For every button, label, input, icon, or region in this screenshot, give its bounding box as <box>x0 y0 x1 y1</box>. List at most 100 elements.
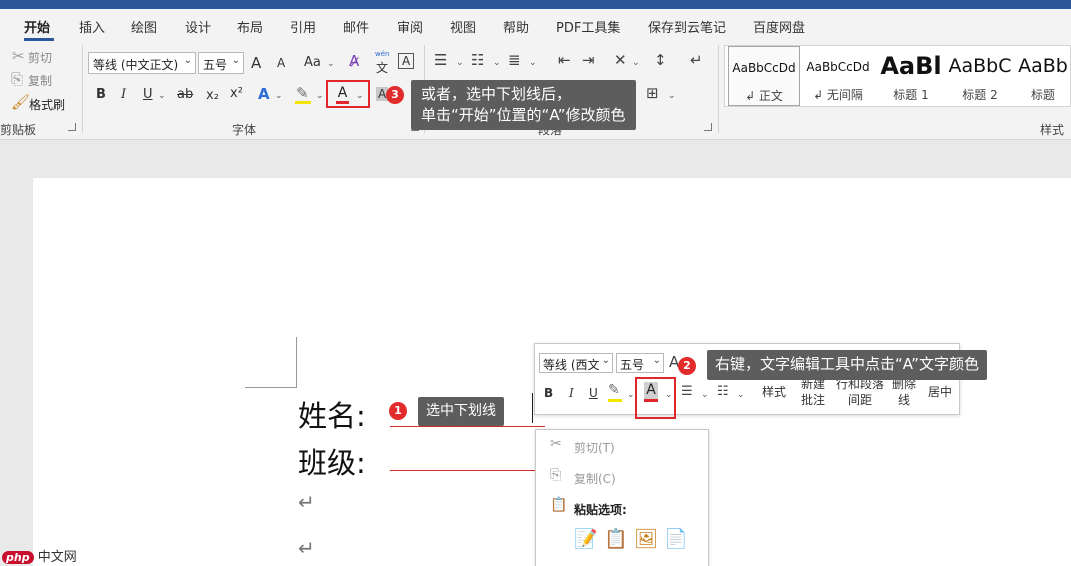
chevron-down-icon: ⌄ <box>456 58 464 68</box>
font-color-button[interactable]: A <box>336 85 349 104</box>
cut-button[interactable]: 剪切 <box>28 49 52 66</box>
style-sample: AaBl <box>880 52 942 80</box>
borders-icon[interactable]: ⊞ <box>646 84 659 102</box>
tab-help[interactable]: 帮助 <box>503 17 529 36</box>
multilevel-list-icon[interactable]: ≣ <box>508 51 521 69</box>
tab-draw[interactable]: 绘图 <box>131 17 157 36</box>
tab-references[interactable]: 引用 <box>290 17 316 36</box>
sort-icon[interactable]: ↕ <box>654 51 667 69</box>
paste-picture-icon[interactable]: 🖼 <box>634 527 658 553</box>
clipboard-launcher[interactable] <box>68 123 76 131</box>
chevron-down-icon: ⌄ <box>627 390 635 400</box>
subscript-button[interactable]: x₂ <box>206 88 219 103</box>
change-case-button[interactable]: Aa <box>304 55 321 70</box>
mini-font-color-button[interactable]: A <box>644 382 658 402</box>
mini-line-spacing-button[interactable]: 行和段落间距 <box>835 376 885 408</box>
italic-button[interactable]: I <box>121 87 126 102</box>
style-name: 标题 <box>1030 88 1055 102</box>
name-underline[interactable] <box>390 426 545 427</box>
step-badge-1: 1 <box>389 402 407 420</box>
char-border-button[interactable]: A <box>398 53 415 69</box>
tooltip-line: 或者，选中下划线后， <box>421 85 572 103</box>
tab-insert[interactable]: 插入 <box>79 17 105 36</box>
mini-center-button[interactable]: 居中 <box>925 384 955 400</box>
style-heading-1[interactable]: AaBl 标题 1 <box>875 46 947 106</box>
highlighter-icon[interactable]: ✎ <box>296 84 309 102</box>
underline-button[interactable]: U <box>143 87 153 102</box>
chevron-down-icon: ⌄ <box>632 58 640 68</box>
ribbon-tabs: 开始 插入 绘图 设计 布局 引用 邮件 审阅 视图 帮助 PDF工具集 保存到… <box>0 9 1071 41</box>
tab-design[interactable]: 设计 <box>185 17 211 36</box>
grow-font-button[interactable]: A <box>251 54 261 72</box>
tab-home[interactable]: 开始 <box>24 17 50 36</box>
class-underline[interactable] <box>390 470 536 471</box>
style-normal[interactable]: AaBbCcDd ↲ 正文 <box>728 46 800 106</box>
tab-view[interactable]: 视图 <box>450 17 476 36</box>
decrease-indent-icon[interactable]: ⇤ <box>558 51 571 69</box>
clear-format-icon[interactable]: A̷ <box>349 52 359 70</box>
mini-styles-button[interactable]: 样式 <box>759 384 789 400</box>
chevron-down-icon: ⌄ <box>493 58 501 68</box>
style-heading-2[interactable]: AaBbC 标题 2 <box>944 46 1016 106</box>
font-name-combo[interactable]: 等线 (中文正文) ⌄ <box>88 52 196 74</box>
doc-line-class[interactable]: 班级: <box>298 440 366 482</box>
mini-bold-button[interactable]: B <box>544 386 553 400</box>
font-size-combo[interactable]: 五号 ⌄ <box>198 52 244 74</box>
tab-mailings[interactable]: 邮件 <box>343 17 369 36</box>
styles-group-label: 样式 <box>1040 123 1065 137</box>
mini-new-comment-button[interactable]: 新建批注 <box>798 376 828 408</box>
shrink-font-button[interactable]: A <box>277 56 285 70</box>
context-cut-item[interactable]: 剪切(T) <box>574 439 615 456</box>
format-painter-button[interactable]: 格式刷 <box>29 96 65 113</box>
text-effects-icon[interactable]: A <box>258 85 270 103</box>
numbering-icon[interactable]: ☷ <box>471 51 484 69</box>
strikethrough-button[interactable]: ab <box>177 87 193 102</box>
mini-strikethrough-button[interactable]: 删除线 <box>891 376 917 408</box>
style-no-spacing[interactable]: AaBbCcDd ↲ 无间隔 <box>802 46 874 106</box>
context-paste-options-label: 粘贴选项: <box>574 503 627 517</box>
increase-indent-icon[interactable]: ⇥ <box>582 51 595 69</box>
styles-gallery: AaBbCcDd ↲ 正文 AaBbCcDd ↲ 无间隔 AaBl 标题 1 A… <box>724 45 1071 107</box>
style-name: ↲ 无间隔 <box>813 88 863 102</box>
tab-cloud-notes[interactable]: 保存到云笔记 <box>648 17 726 36</box>
show-marks-icon[interactable]: ↵ <box>690 51 703 69</box>
tab-pdf-tools[interactable]: PDF工具集 <box>556 17 620 36</box>
bullets-icon[interactable]: ☰ <box>434 51 447 69</box>
mini-numbering-icon[interactable]: ☷ <box>717 384 729 399</box>
chevron-down-icon: ⌄ <box>668 91 676 101</box>
mini-highlight-color-bar <box>608 399 622 402</box>
asian-layout-icon[interactable]: ✕ <box>614 51 627 69</box>
copy-icon: ⎘ <box>11 70 24 88</box>
copy-button[interactable]: 复制 <box>28 72 52 89</box>
tooltip-step-3: 或者，选中下划线后， 单击“开始”位置的“A”修改颜色 <box>411 80 636 130</box>
context-copy-item[interactable]: 复制(C) <box>574 470 616 487</box>
mini-font-name-combo[interactable]: 等线 (西文 ⌄ <box>539 353 613 373</box>
chevron-down-icon: ⌄ <box>275 91 283 101</box>
chevron-down-icon: ⌄ <box>316 91 324 101</box>
paragraph-mark: ↵ <box>298 536 315 560</box>
chevron-down-icon: ⌄ <box>356 91 364 101</box>
chevron-down-icon: ⌄ <box>327 59 335 69</box>
mini-bullets-icon[interactable]: ☰ <box>681 384 693 399</box>
tab-layout[interactable]: 布局 <box>237 17 263 36</box>
paste-merge-format-icon[interactable]: 📋 <box>604 527 628 553</box>
doc-line-name[interactable]: 姓名: <box>298 393 366 435</box>
step-badge-2: 2 <box>678 357 696 375</box>
superscript-button[interactable]: x² <box>230 86 243 101</box>
tab-review[interactable]: 审阅 <box>397 17 423 36</box>
mini-highlighter-icon[interactable]: ✎ <box>608 382 620 398</box>
mini-italic-button[interactable]: I <box>569 386 574 400</box>
phonetic-guide-button[interactable]: 文 <box>376 59 388 76</box>
paste-keep-source-icon[interactable]: 📝 <box>574 527 598 553</box>
mini-font-size-value: 五号 <box>620 358 645 372</box>
paragraph-launcher[interactable] <box>704 123 712 131</box>
bold-button[interactable]: B <box>96 87 106 102</box>
mini-font-size-combo[interactable]: 五号 ⌄ <box>616 353 664 373</box>
style-title[interactable]: AaBb 标题 <box>1015 46 1071 106</box>
font-color-letter: A <box>337 85 348 101</box>
mini-underline-button[interactable]: U <box>589 386 598 400</box>
group-separator <box>82 45 83 133</box>
tab-baidu-netdisk[interactable]: 百度网盘 <box>753 17 805 36</box>
title-bar <box>0 0 1071 9</box>
paste-text-only-icon[interactable]: 📄 <box>664 527 688 553</box>
